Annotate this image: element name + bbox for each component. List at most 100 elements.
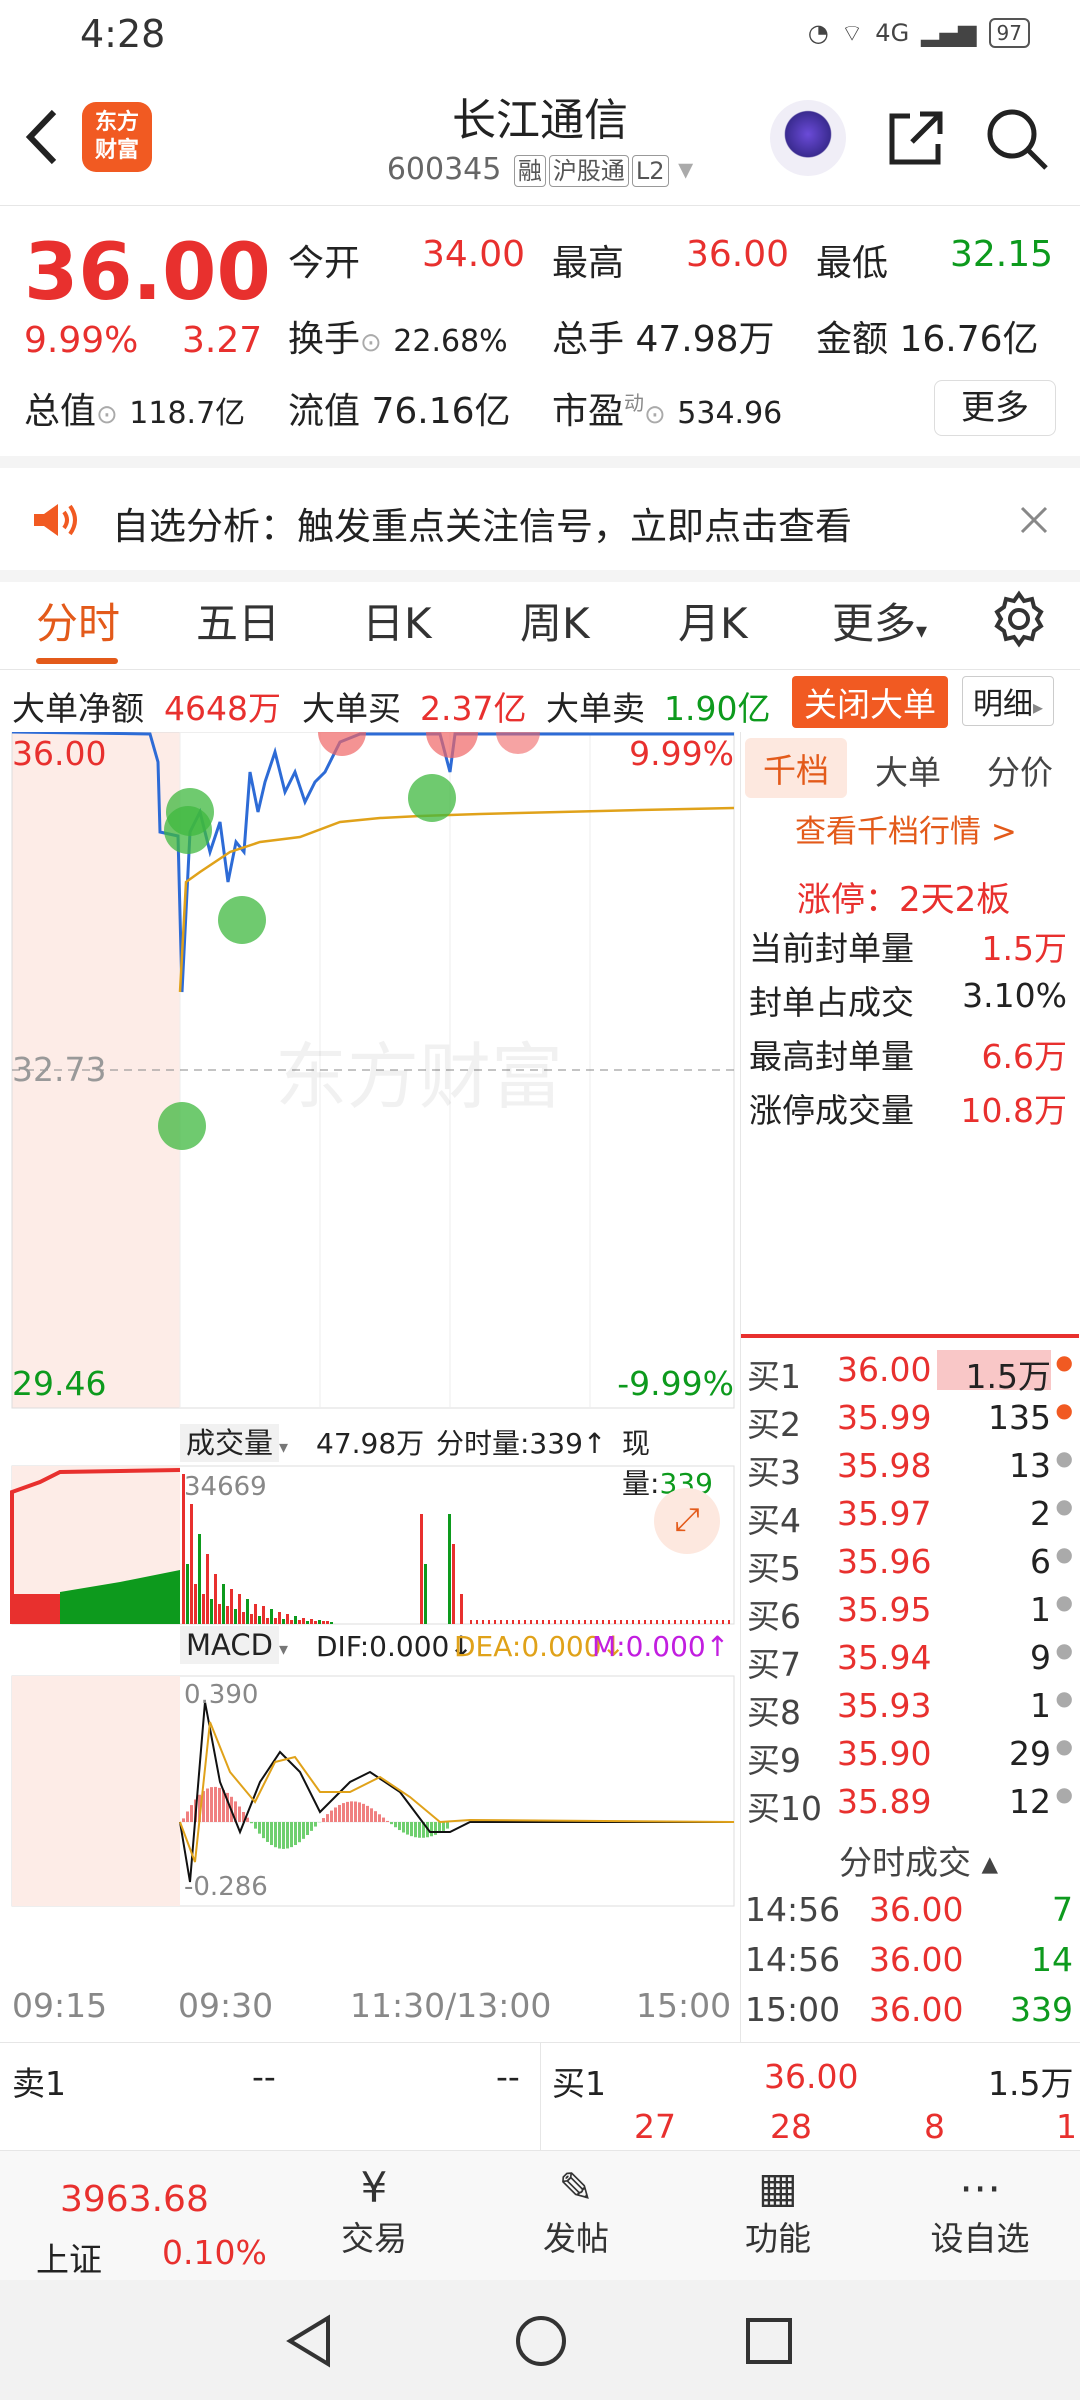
chart-tabs: 分时 五日 日K 周K 月K 更多▾ bbox=[0, 582, 1080, 670]
tab-intraday[interactable]: 分时 bbox=[36, 590, 120, 651]
macd-bar bbox=[366, 1805, 369, 1822]
bid-qty: 135 bbox=[988, 1398, 1051, 1437]
volume-bar bbox=[470, 1620, 472, 1624]
volume-bar bbox=[590, 1620, 592, 1624]
macd-bar bbox=[250, 1822, 253, 1824]
tab-monthly-k[interactable]: 月K bbox=[678, 590, 748, 651]
volume-bar bbox=[266, 1618, 269, 1624]
volume-indicator-select[interactable]: 成交量 ▾ bbox=[180, 1420, 288, 1462]
search-icon[interactable] bbox=[982, 104, 1052, 174]
tab-weekly-k[interactable]: 周K bbox=[520, 590, 590, 651]
macd-bar bbox=[386, 1820, 389, 1822]
macd-bar bbox=[346, 1801, 349, 1822]
volume-bar bbox=[314, 1621, 317, 1624]
status-bar: 4:28 ◔ ⌔ 4G ▂▄▆ 97 bbox=[0, 0, 1080, 72]
expand-icon[interactable]: ⤢ bbox=[654, 1488, 720, 1554]
nav-home-icon[interactable] bbox=[514, 2314, 568, 2368]
macd-bar bbox=[294, 1822, 297, 1846]
tick-price: 36.00 bbox=[869, 1940, 964, 1979]
volume-bar bbox=[488, 1620, 490, 1624]
macd-bar bbox=[302, 1822, 305, 1839]
bid-row[interactable]: 买8 35.93 1 ● bbox=[741, 1682, 1080, 1732]
status-time: 4:28 bbox=[80, 12, 166, 56]
volume-bar bbox=[322, 1621, 325, 1624]
volume-bar bbox=[596, 1620, 598, 1624]
watermark: 东方财富 bbox=[275, 1038, 563, 1118]
market-cap-value: 118.7亿 bbox=[129, 396, 246, 431]
bid-price: 35.96 bbox=[837, 1542, 932, 1581]
nav-back-icon[interactable] bbox=[284, 2314, 334, 2368]
volume-bar bbox=[608, 1620, 610, 1624]
depth-link[interactable]: 查看千档行情 > bbox=[795, 806, 1017, 851]
volume-bar bbox=[234, 1609, 237, 1624]
bid-dot-icon: ● bbox=[1055, 1494, 1073, 1518]
bid-qty: 9 bbox=[1030, 1638, 1051, 1677]
bid-row[interactable]: 买9 35.90 29 ● bbox=[741, 1730, 1080, 1780]
index-value[interactable]: 3963.68 bbox=[60, 2179, 209, 2220]
tab-daily-k[interactable]: 日K bbox=[362, 590, 432, 651]
time-label-0915: 09:15 bbox=[12, 1986, 108, 2025]
volume-bar bbox=[198, 1534, 201, 1624]
detail-button[interactable]: 明细▸ bbox=[962, 676, 1055, 726]
open-value: 34.00 bbox=[422, 234, 526, 275]
divider bbox=[0, 570, 1080, 582]
volume-bar bbox=[210, 1599, 213, 1624]
add-watchlist-button[interactable]: ⋯ 设自选 bbox=[920, 2163, 1040, 2260]
volume-bar bbox=[506, 1620, 508, 1624]
bid-row[interactable]: 买6 35.95 1 ● bbox=[741, 1586, 1080, 1636]
more-dots-icon: ⋯ bbox=[959, 2163, 1001, 2212]
post-button[interactable]: ✎ 发帖 bbox=[516, 2163, 636, 2260]
share-icon[interactable] bbox=[880, 104, 950, 174]
volume-bar bbox=[524, 1620, 526, 1624]
bid-row[interactable]: 买3 35.98 13 ● bbox=[741, 1442, 1080, 1492]
turnover-item: 换手⊙ 22.68% bbox=[288, 319, 508, 360]
volume-bar bbox=[716, 1620, 718, 1624]
bid-row[interactable]: 买4 35.97 2 ● bbox=[741, 1490, 1080, 1540]
functions-button[interactable]: ▦ 功能 bbox=[718, 2163, 838, 2260]
notice-bar[interactable]: 自选分析：触发重点关注信号，立即点击查看 bbox=[0, 468, 1080, 570]
bid-dot-icon: ● bbox=[1055, 1398, 1073, 1422]
more-button[interactable]: 更多 bbox=[934, 380, 1056, 436]
trade-yen-icon: ¥ bbox=[360, 2163, 388, 2212]
volume-item: 总手 47.98万 bbox=[552, 310, 775, 362]
notice-text: 自选分析：触发重点关注信号，立即点击查看 bbox=[112, 505, 852, 548]
volume-value: 47.98万 bbox=[635, 319, 775, 360]
assistant-avatar[interactable] bbox=[770, 100, 846, 176]
bid-row[interactable]: 买1 36.00 1.5万 ● bbox=[741, 1346, 1080, 1396]
macd-bar bbox=[326, 1814, 329, 1822]
macd-bar bbox=[414, 1822, 417, 1838]
volume-bar bbox=[186, 1564, 189, 1624]
battery-icon: 97 bbox=[988, 18, 1030, 48]
bid-row[interactable]: 买2 35.99 135 ● bbox=[741, 1394, 1080, 1444]
close-icon[interactable] bbox=[1018, 504, 1050, 536]
tick-volume: 339 bbox=[1010, 1990, 1073, 2029]
settings-gear-icon[interactable] bbox=[990, 590, 1048, 648]
bid-row[interactable]: 买7 35.94 9 ● bbox=[741, 1634, 1080, 1684]
tick-header[interactable]: 分时成交 ▴ bbox=[839, 1836, 998, 1884]
tab-five-day[interactable]: 五日 bbox=[196, 590, 280, 651]
trade-button[interactable]: ¥ 交易 bbox=[314, 2163, 434, 2260]
intraday-chart-area[interactable]: 东方财富 36.00 32.73 29.46 9.99% -9.99% 成交量 ▾… bbox=[0, 732, 740, 2042]
macd-indicator-select[interactable]: MACD ▾ bbox=[180, 1626, 288, 1664]
macd-bar bbox=[342, 1803, 345, 1822]
bid-row[interactable]: 买10 35.89 12 ● bbox=[741, 1778, 1080, 1828]
volume-bar bbox=[518, 1620, 520, 1624]
tab-big-order[interactable]: 大单 bbox=[875, 746, 941, 794]
close-big-order-button[interactable]: 关闭大单 bbox=[792, 676, 948, 728]
bid-row[interactable]: 买5 35.96 6 ● bbox=[741, 1538, 1080, 1588]
limit-up-info: 涨停：2天2板 bbox=[797, 880, 1011, 920]
volume-bar bbox=[530, 1620, 532, 1624]
bid-level: 买7 bbox=[747, 1645, 801, 1684]
macd-bar bbox=[258, 1822, 261, 1834]
tab-more[interactable]: 更多▾ bbox=[832, 590, 927, 651]
bid-level: 买6 bbox=[747, 1597, 801, 1636]
nav-recents-icon[interactable] bbox=[744, 2316, 794, 2366]
tab-price-dist[interactable]: 分价 bbox=[987, 746, 1053, 794]
stat-label: 当前封单量 bbox=[749, 929, 914, 968]
volume-bar bbox=[420, 1514, 423, 1624]
macd-bar bbox=[310, 1822, 313, 1831]
bid-level: 买9 bbox=[747, 1741, 801, 1780]
volume-bar bbox=[290, 1620, 293, 1624]
level1-strip: 卖1 -- -- 买1 36.00 1.5万 27 28 8 1 bbox=[0, 2042, 1080, 2151]
tab-depth[interactable]: 千档 bbox=[745, 738, 847, 798]
